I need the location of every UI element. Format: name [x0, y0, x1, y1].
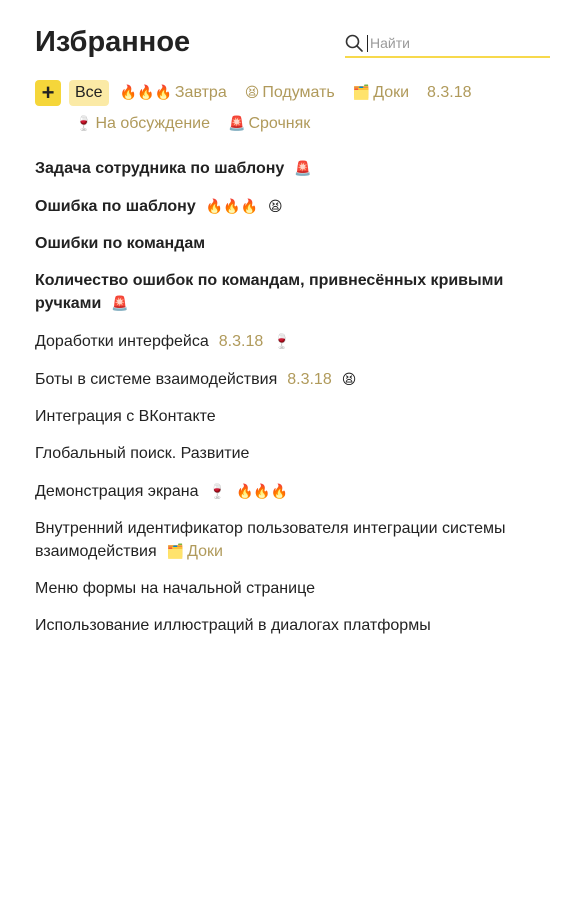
tag-emoji-icon: 🗂️ — [352, 84, 371, 100]
filter-tag[interactable]: 🍷 На обсуждение — [75, 111, 210, 137]
tag-label: 8.3.18 — [427, 83, 472, 101]
list-item[interactable]: Ошибки по командам — [35, 233, 535, 255]
tag-label: Завтра — [174, 83, 227, 101]
tag-label: Подумать — [262, 83, 335, 101]
add-button[interactable]: + — [35, 79, 61, 106]
filter-row-1: + Все 🔥🔥🔥 Завтра 😫 Подумать 🗂️ Доки 8.3.18 — [35, 79, 555, 106]
list-item[interactable]: Доработки интерфейса 8.3.18 🍷 — [35, 330, 535, 353]
item-emoji-icon: 🔥🔥🔥 — [205, 198, 259, 214]
list-item[interactable]: Количество ошибок по командам, привнесён… — [35, 270, 535, 315]
item-title: Интеграция с ВКонтакте — [35, 408, 216, 425]
list-item[interactable]: Использование иллюстраций в диалогах пла… — [35, 615, 535, 637]
list-item[interactable]: Ошибка по шаблону 🔥🔥🔥 😫 — [35, 195, 535, 218]
tag-label: Доки — [373, 83, 410, 101]
list-item[interactable]: Демонстрация экрана 🍷 🔥🔥🔥 — [35, 480, 535, 503]
item-title: Использование иллюстраций в диалогах пла… — [35, 617, 431, 634]
item-tag: 8.3.18 — [219, 333, 263, 350]
item-title: Количество ошибок по командам, привнесён… — [35, 272, 504, 312]
item-title: Демонстрация экрана — [35, 483, 199, 500]
filter-tag[interactable]: 🔥🔥🔥 Завтра — [120, 80, 227, 106]
page-title: Избранное — [35, 26, 191, 58]
item-tag: 🗂️ Доки — [167, 543, 223, 560]
list-item[interactable]: Боты в системе взаимодействия 8.3.18 😫 — [35, 368, 535, 391]
item-tag-label: 8.3.18 — [218, 333, 264, 350]
item-title: Ошибка по шаблону — [35, 198, 196, 215]
list-item[interactable]: Внутренний идентификатор пользователя ин… — [35, 518, 535, 563]
list-item[interactable]: Меню формы на начальной странице — [35, 578, 535, 600]
search-box[interactable] — [345, 30, 550, 58]
item-emoji-icon: 🍷 — [273, 333, 291, 349]
filter-tag[interactable]: Все — [69, 79, 109, 106]
tag-emoji-icon: 🍷 — [75, 115, 93, 131]
filter-tag[interactable]: 🚨 Срочняк — [228, 111, 310, 137]
filter-tag[interactable]: 😫 Подумать — [245, 80, 335, 106]
item-title: Доработки интерфейса — [35, 333, 209, 350]
item-title: Боты в системе взаимодействия — [35, 371, 278, 388]
list-item[interactable]: Задача сотрудника по шаблону 🚨 — [35, 157, 535, 180]
search-icon[interactable] — [345, 34, 363, 52]
item-emoji-icon: 🚨 — [294, 160, 312, 176]
search-input[interactable] — [368, 35, 542, 51]
item-title: Меню формы на начальной странице — [35, 580, 315, 597]
item-title: Глобальный поиск. Развитие — [35, 445, 250, 462]
list-item[interactable]: Интеграция с ВКонтакте — [35, 406, 535, 428]
item-tag-emoji-icon: 🗂️ — [166, 543, 185, 559]
list-item[interactable]: Глобальный поиск. Развитие — [35, 443, 535, 465]
filter-tags: + Все 🔥🔥🔥 Завтра 😫 Подумать 🗂️ Доки 8.3.18 🍷 На … — [35, 79, 555, 137]
tag-label: Все — [75, 83, 103, 101]
item-title: Задача сотрудника по шаблону — [35, 160, 285, 177]
tag-emoji-icon: 🔥🔥🔥 — [119, 84, 172, 100]
item-emoji-icon: 😫 — [268, 198, 283, 214]
item-emoji-icon: 🍷 — [208, 483, 226, 499]
tag-label: На обсуждение — [95, 114, 211, 132]
item-emoji-icon: 🔥🔥🔥 — [235, 483, 289, 499]
filter-tag[interactable]: 8.3.18 — [427, 80, 471, 106]
tag-emoji-icon: 🚨 — [228, 115, 246, 131]
header: Избранное — [35, 24, 550, 64]
tag-label: Срочняк — [248, 114, 311, 132]
item-tag-label: 8.3.18 — [287, 371, 332, 388]
item-emoji-icon: 😫 — [341, 371, 357, 387]
item-title: Ошибки по командам — [35, 235, 206, 252]
filter-row-2: 🍷 На обсуждение 🚨 Срочняк — [35, 110, 555, 137]
item-tag: 8.3.18 — [287, 371, 331, 388]
item-title: Внутренний идентификатор пользователя ин… — [35, 520, 506, 560]
tag-emoji-icon: 😫 — [244, 84, 260, 100]
item-tag-label: Доки — [187, 543, 223, 560]
item-emoji-icon: 🚨 — [111, 295, 129, 311]
filter-tag[interactable]: 🗂️ Доки — [353, 80, 409, 106]
favorites-list: Задача сотрудника по шаблону 🚨 Ошибка по ш… — [35, 157, 535, 652]
